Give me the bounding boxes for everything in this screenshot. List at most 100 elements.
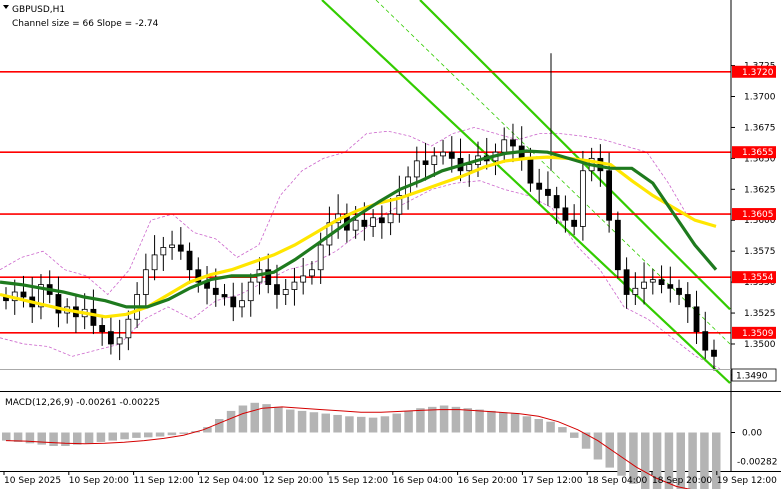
macd-histogram-bar [416, 408, 425, 433]
macd-histogram-bar [309, 412, 319, 433]
candle-body [658, 279, 665, 285]
x-tick-label: 12 Sep 20:00 [263, 476, 323, 486]
macd-histogram-bar [593, 432, 603, 460]
candle-body [632, 287, 639, 295]
x-tick-label: 12 Sep 04:00 [198, 476, 258, 486]
candle-body [125, 318, 132, 339]
candle-body [527, 157, 534, 184]
macd-histogram-bar [274, 406, 283, 433]
macd-histogram-bar [73, 432, 82, 445]
candle-body [466, 164, 473, 172]
candle-body [676, 287, 682, 295]
macd-histogram-bar [368, 417, 378, 433]
macd-histogram-bar [499, 412, 508, 433]
candle-body [641, 281, 647, 289]
y-tick-label: 1.3700 [744, 93, 776, 103]
candle-body [274, 284, 280, 295]
candle-body [300, 275, 307, 283]
candle-body [309, 269, 315, 277]
macd-histogram-bar [108, 432, 117, 441]
candle-body [116, 337, 123, 345]
macd-title: MACD(12,26,9) -0.00261 -0.00225 [5, 398, 160, 408]
x-tick-label: 15 Sep 12:00 [328, 476, 388, 486]
candle-body [571, 219, 578, 227]
x-tick-label: 18 Sep 04:00 [587, 476, 647, 486]
level-label: 1.3509 [742, 329, 774, 339]
gbpusd-h1-chart: 1.34751.35001.35251.35501.35751.36001.36… [0, 0, 781, 489]
candle-body [422, 160, 429, 165]
macd-histogram-bar [428, 406, 437, 433]
candle-body [553, 195, 560, 209]
x-tick-label: 11 Sep 12:00 [134, 476, 194, 486]
candle-body [55, 294, 62, 314]
macd-histogram-bar [167, 432, 177, 436]
candle-body [649, 279, 656, 283]
candle-body [510, 139, 516, 147]
macd-histogram-bar [605, 432, 614, 468]
candle-body [239, 300, 245, 308]
candle-body [536, 182, 543, 190]
y-tick-label: 1.3575 [744, 247, 776, 257]
chart-symbol-title: GBPUSD,H1 [12, 5, 65, 15]
candle-body [142, 269, 149, 295]
macd-histogram-bar [463, 408, 472, 433]
candle-body [606, 170, 613, 221]
macd-histogram-bar [510, 413, 520, 433]
candle-body [667, 284, 674, 289]
macd-histogram-bar [558, 427, 567, 433]
x-tick-label: 16 Sep 20:00 [458, 476, 518, 486]
candle-body [177, 244, 184, 252]
macd-histogram-bar [357, 416, 366, 433]
level-label: 1.3605 [742, 210, 774, 220]
macd-histogram-bar [404, 410, 413, 433]
candle-body [545, 188, 551, 196]
candle-body [711, 349, 717, 357]
macd-histogram-bar [617, 432, 626, 476]
candle-body [702, 331, 709, 351]
level-label: 1.3655 [742, 148, 774, 158]
candle-body [501, 139, 508, 153]
candle-body [623, 269, 630, 295]
macd-histogram-bar [581, 432, 591, 449]
macd-histogram-bar [546, 421, 555, 433]
candle-body [614, 219, 621, 271]
candle-body [20, 291, 27, 298]
macd-histogram-bar [132, 432, 141, 438]
candle-body [693, 306, 700, 333]
macd-histogram-bar [226, 410, 236, 433]
macd-histogram-bar [49, 432, 58, 446]
y-tick-label: 1.3625 [744, 185, 776, 195]
macd-histogram-bar [392, 413, 401, 433]
macd-histogram-bar [250, 402, 259, 433]
candle-body [579, 170, 586, 227]
macd-histogram-bar [286, 409, 295, 433]
channel-info: Channel size = 66 Slope = -2.74 [12, 19, 159, 29]
candle-body [431, 155, 438, 165]
candle-body [160, 247, 167, 256]
candle-body [169, 244, 175, 248]
candle-body [291, 281, 298, 290]
macd-histogram-bar [321, 413, 330, 433]
candle-body [221, 294, 228, 298]
macd-histogram-bar [37, 432, 46, 445]
candle-body [247, 281, 254, 302]
x-tick-label: 16 Sep 04:00 [393, 476, 453, 486]
x-tick-label: 17 Sep 12:00 [522, 476, 582, 486]
candle-body [90, 308, 97, 326]
candle-body [361, 219, 368, 227]
candle-body [212, 287, 219, 295]
x-tick-label: 18 Sep 20:00 [652, 476, 712, 486]
current-price-label: 1.3490 [736, 372, 768, 382]
candle-body [151, 254, 158, 271]
macd-histogram-bar [120, 432, 129, 440]
macd-tick-label-zero: 0.00 [742, 429, 762, 439]
macd-tick-label-value: -0.00282 [737, 458, 777, 468]
candle-body [440, 151, 446, 157]
macd-histogram-bar [155, 432, 165, 437]
candle-body [387, 213, 394, 224]
y-tick-label: 1.3500 [744, 340, 776, 350]
macd-histogram-bar [61, 432, 70, 446]
candle-body [317, 244, 324, 271]
candle-body [230, 296, 237, 308]
x-tick-label: 10 Sep 20:00 [69, 476, 129, 486]
